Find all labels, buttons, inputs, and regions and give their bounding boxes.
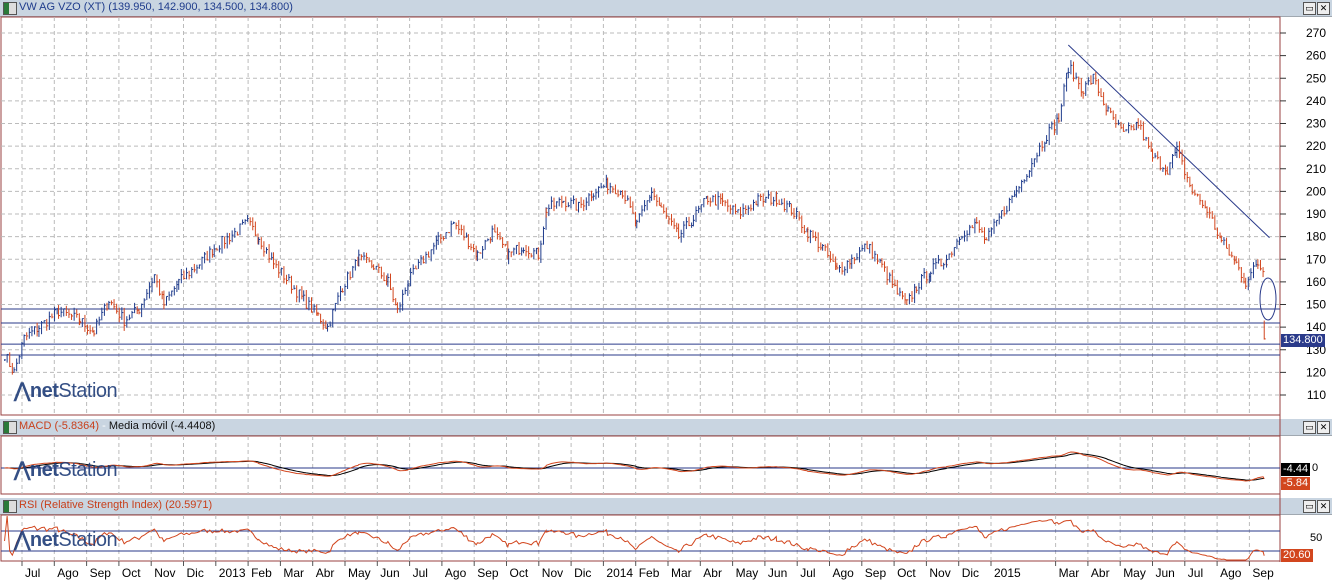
y-tick-label: 230 [1306,117,1326,131]
x-tick-label: Sep [865,566,887,580]
x-tick-label: Jul [25,566,40,580]
x-tick-label: Ago [57,566,79,580]
x-tick-label: May [1123,566,1146,580]
x-tick-label: Feb [251,566,272,580]
x-tick-label: Mar [671,566,692,580]
x-tick-label: Jul [1188,566,1203,580]
y-tick-label: 160 [1306,275,1326,289]
x-tick-label: Nov [154,566,175,580]
trendline [1067,44,1270,239]
y-tick-label: 140 [1306,320,1326,334]
x-tick-label: Sep [1252,566,1274,580]
x-tick-label: Abr [1091,566,1110,580]
netstation-logo: ⋀netStation [14,529,118,551]
rsi-line [4,515,1265,561]
x-tick-label: Ago [445,566,467,580]
x-tick-label: Jul [800,566,815,580]
y-tick-label: 190 [1306,207,1326,221]
y-tick-label: 170 [1306,252,1326,266]
y-tick-label: 220 [1306,139,1326,153]
macd-signal-line [4,453,1265,481]
x-tick-label: Jun [768,566,787,580]
y-tick-label: 110 [1307,388,1326,402]
rsi-50-label: 50 [1310,532,1323,544]
x-tick-label: Dic [962,566,979,580]
x-tick-label: Oct [122,566,141,580]
chart-canvas[interactable]: Jul Ago Sep Oct Nov Dic 2013 Feb Mar Abr May Jun Jul… [0,0,1332,582]
x-tick-label: Abr [703,566,722,580]
macd-line [4,451,1265,482]
x-tick-label: Abr [316,566,335,580]
x-tick-label: Oct [510,566,529,580]
y-tick-label: 150 [1306,298,1326,312]
x-tick-label: 2014 [606,566,633,580]
y-tick-label: 260 [1306,49,1326,63]
macd-zero-label: 0 [1312,462,1319,474]
x-tick-label: Jun [380,566,399,580]
x-tick-label: Jun [1156,566,1175,580]
x-tick-label: May [736,566,759,580]
last-price-tag: 134.800 [1281,334,1325,347]
x-tick-label: Nov [929,566,950,580]
netstation-logo: ⋀netStation [14,380,118,402]
x-tick-label: Nov [542,566,563,580]
y-tick-label: 180 [1306,230,1326,244]
y-tick-label: 120 [1306,365,1326,379]
y-tick-label: 200 [1306,184,1326,198]
x-tick-label: Feb [639,566,660,580]
x-tick-label: Mar [1059,566,1080,580]
x-tick-label: Ago [833,566,855,580]
y-tick-label: 250 [1306,71,1326,85]
x-tick-label: Sep [477,566,499,580]
x-tick-label: Dic [574,566,591,580]
x-tick-label: Ago [1220,566,1242,580]
ma-value-tag: -4.44 [1281,463,1311,476]
y-tick-label: 240 [1306,94,1326,108]
rsi-value-tag: 20.60 [1281,549,1313,562]
x-tick-label: Jul [413,566,428,580]
x-tick-label: Mar [283,566,304,580]
highlight-ellipse [1259,277,1277,321]
x-tick-label: Dic [187,566,204,580]
netstation-logo: ⋀netStation [14,459,118,481]
x-tick-label: 2015 [994,566,1021,580]
x-tick-label: Oct [897,566,916,580]
x-tick-label: 2013 [219,566,246,580]
y-tick-label: 270 [1306,26,1326,40]
x-tick-label: Sep [90,566,112,580]
x-tick-label: May [348,566,371,580]
macd-value-tag: -5.84 [1281,477,1311,490]
y-tick-label: 210 [1306,162,1326,176]
